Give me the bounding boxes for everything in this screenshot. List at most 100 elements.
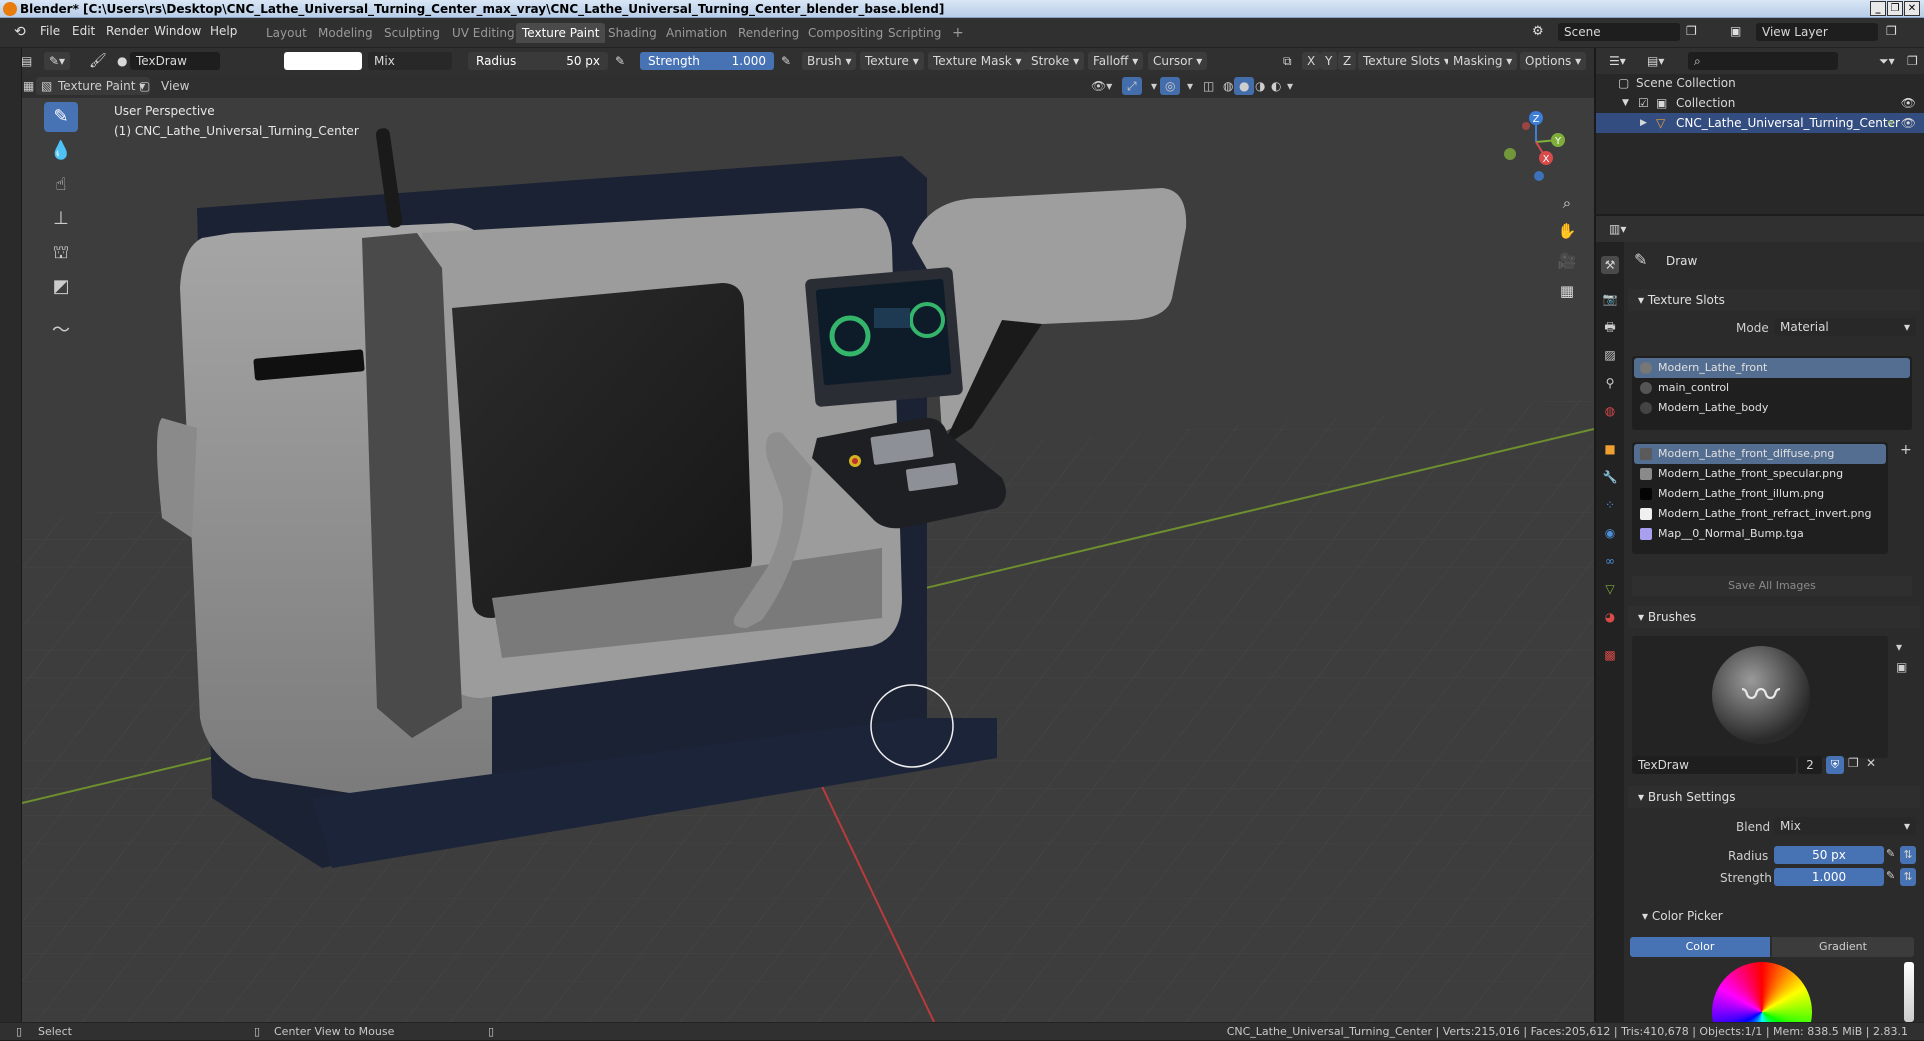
material-slot-item[interactable]: main_control [1634, 378, 1910, 398]
object-tab-icon[interactable]: ■ [1601, 440, 1619, 458]
masking-menu[interactable]: Masking ▾ [1448, 52, 1518, 70]
tab-texture-paint[interactable]: Texture Paint [516, 23, 606, 43]
brush-color-swatch[interactable] [284, 52, 362, 70]
ortho-grid-icon[interactable]: ▦ [1554, 278, 1580, 304]
radius-pressure-icon[interactable]: ✎ [1886, 847, 1895, 860]
tab-uv-editing[interactable]: UV Editing [446, 23, 521, 43]
image-slot-item[interactable]: Map__0_Normal_Bump.tga [1634, 524, 1886, 544]
brush-name-field[interactable]: TexDraw [130, 52, 220, 70]
menu-window[interactable]: Window [154, 24, 201, 38]
tab-sculpting[interactable]: Sculpting [378, 23, 446, 43]
display-mode-icon[interactable]: ▤▾ [1642, 52, 1669, 70]
minimize-button[interactable]: _ [1870, 1, 1886, 16]
gradient-tab[interactable]: Gradient [1772, 937, 1914, 957]
mirror-x-toggle[interactable]: X [1302, 52, 1321, 70]
tool-tab-icon[interactable]: ⚒ [1601, 256, 1619, 274]
properties-editor-icon[interactable]: ▥▾ [1604, 220, 1631, 238]
view-layer-icon[interactable]: ▣ [1730, 24, 1741, 38]
brush-icon[interactable]: 🖌 [84, 52, 112, 70]
navigation-gizmo[interactable]: Z Y X [1496, 106, 1576, 186]
tab-modeling[interactable]: Modeling [312, 23, 379, 43]
strength-pressure-icon[interactable]: ✎ [1886, 869, 1895, 882]
texture-slots-menu[interactable]: Texture Slots ▾ [1358, 52, 1455, 70]
image-slot-item[interactable]: Modern_Lathe_front_illum.png [1634, 484, 1886, 504]
pan-hand-icon[interactable]: ✋ [1554, 218, 1580, 244]
outliner-object-row[interactable]: ▶ ▽ CNC_Lathe_Universal_Turning_Center ▿… [1596, 113, 1924, 133]
mask-tool-icon[interactable]: ◩ [44, 272, 78, 302]
scene-selector[interactable]: Scene [1558, 23, 1680, 41]
image-slot-item[interactable]: Modern_Lathe_front_refract_invert.png [1634, 504, 1886, 524]
close-button[interactable]: ✕ [1904, 1, 1920, 16]
add-image-icon[interactable]: + [1900, 442, 1912, 458]
draw-tool-icon[interactable]: ✎ [44, 102, 78, 132]
falloff-menu[interactable]: Falloff ▾ [1088, 52, 1144, 70]
add-workspace-button[interactable]: + [946, 23, 970, 43]
texture-menu[interactable]: Texture ▾ [860, 52, 924, 70]
slot-icon[interactable]: ▢ [134, 77, 155, 95]
brush-preview-box[interactable]: 〰 [1632, 636, 1888, 758]
view-layer-selector[interactable]: View Layer [1756, 23, 1878, 41]
material-tab-icon[interactable]: ◕ [1601, 608, 1619, 626]
3d-viewport[interactable] [22, 98, 1594, 1022]
brushes-section[interactable]: ▾ Brushes [1628, 606, 1920, 628]
camera-icon[interactable]: 🎥 [1554, 248, 1580, 274]
strength-unit-icon[interactable]: ⇅ [1900, 868, 1916, 886]
color-picker-subsection[interactable]: ▾ Color Picker [1642, 909, 1723, 923]
outliner-scene-collection[interactable]: ▢ Scene Collection [1596, 73, 1924, 93]
visibility-icon[interactable]: 👁▾ [1086, 77, 1117, 95]
soften-tool-icon[interactable]: 💧 [44, 136, 78, 166]
scene-tab-icon[interactable]: ⚲ [1601, 374, 1619, 392]
clone-tool-icon[interactable]: ⊥ [44, 204, 78, 234]
unlink-brush-icon[interactable]: ✕ [1866, 756, 1876, 770]
strength-slider[interactable]: Strength 1.000 [640, 52, 774, 70]
object-visibility-icon[interactable]: 👁 [1901, 113, 1916, 133]
material-slot-item[interactable]: Modern_Lathe_front [1634, 358, 1910, 378]
collection-checkbox-icon[interactable]: ☑ [1638, 93, 1649, 113]
shading-dropdown-icon[interactable]: ▾ [1282, 77, 1298, 95]
mode-dropdown[interactable]: Material ▾ [1774, 318, 1916, 336]
brush-users-count[interactable]: 2 [1798, 756, 1822, 774]
expand-object-icon[interactable]: ▶ [1640, 113, 1647, 133]
overlay-dropdown-icon[interactable]: ▾ [1182, 77, 1198, 95]
expand-collection-icon[interactable]: ▼ [1622, 93, 1629, 113]
image-slot-item[interactable]: Modern_Lathe_front_diffuse.png [1634, 444, 1886, 464]
physics-tab-icon[interactable]: ◉ [1601, 524, 1619, 542]
texture-slots-section[interactable]: ▾ Texture Slots [1628, 289, 1920, 311]
scene-icon[interactable]: ⚙ [1532, 24, 1544, 39]
filter-icon[interactable]: ⏷▾ [1874, 52, 1900, 70]
brush-menu[interactable]: Brush ▾ [802, 52, 857, 70]
mirror-y-toggle[interactable]: Y [1320, 52, 1338, 70]
save-all-images-button[interactable]: Save All Images [1632, 576, 1912, 596]
brush-list-dropdown-icon[interactable]: ▾ [1896, 640, 1902, 654]
tool-mode-icon[interactable]: ✎▾ [44, 52, 71, 70]
radius-unit-icon[interactable]: ⇅ [1900, 846, 1916, 864]
radius-pressure-icon[interactable]: ✎ [610, 52, 630, 70]
zoom-icon[interactable]: ⌕ [1554, 190, 1580, 216]
constraints-tab-icon[interactable]: ∞ [1601, 552, 1619, 570]
mirror-z-toggle[interactable]: Z [1338, 52, 1357, 70]
cursor-menu[interactable]: Cursor ▾ [1148, 52, 1208, 70]
outliner-editor-icon[interactable]: ☰▾ [1604, 52, 1631, 70]
menu-render[interactable]: Render [106, 24, 149, 38]
outliner-collection[interactable]: ▼ ☑ ▣ Collection 👁 [1596, 93, 1924, 113]
radius-field[interactable]: 50 px [1774, 846, 1884, 864]
value-slider[interactable] [1904, 962, 1914, 1022]
outliner-search-input[interactable]: ⌕ [1688, 52, 1838, 70]
color-wheel[interactable] [1712, 962, 1812, 1022]
blender-menu-icon[interactable]: ⟲ [14, 24, 26, 40]
menu-help[interactable]: Help [210, 24, 237, 38]
tab-scripting[interactable]: Scripting [882, 23, 947, 43]
color-tab[interactable]: Color [1630, 937, 1770, 957]
brush-image-icon[interactable]: ▣ [1896, 660, 1907, 674]
options-menu[interactable]: Options ▾ [1520, 52, 1587, 70]
maximize-button[interactable]: ❐ [1887, 1, 1903, 16]
modifier-tab-icon[interactable]: 🔧 [1601, 468, 1619, 486]
tab-rendering[interactable]: Rendering [732, 23, 805, 43]
render-tab-icon[interactable]: 📷 [1601, 290, 1619, 308]
new-collection-icon[interactable]: ❐ [1902, 52, 1923, 70]
texture-mask-menu[interactable]: Texture Mask ▾ [928, 52, 1027, 70]
annotate-tool-icon[interactable]: 〜 [44, 316, 78, 346]
xray-icon[interactable]: ◫ [1198, 77, 1219, 95]
texture-tab-icon[interactable]: ▩ [1601, 646, 1619, 664]
view-layer-tab-icon[interactable]: ▨ [1601, 346, 1619, 364]
